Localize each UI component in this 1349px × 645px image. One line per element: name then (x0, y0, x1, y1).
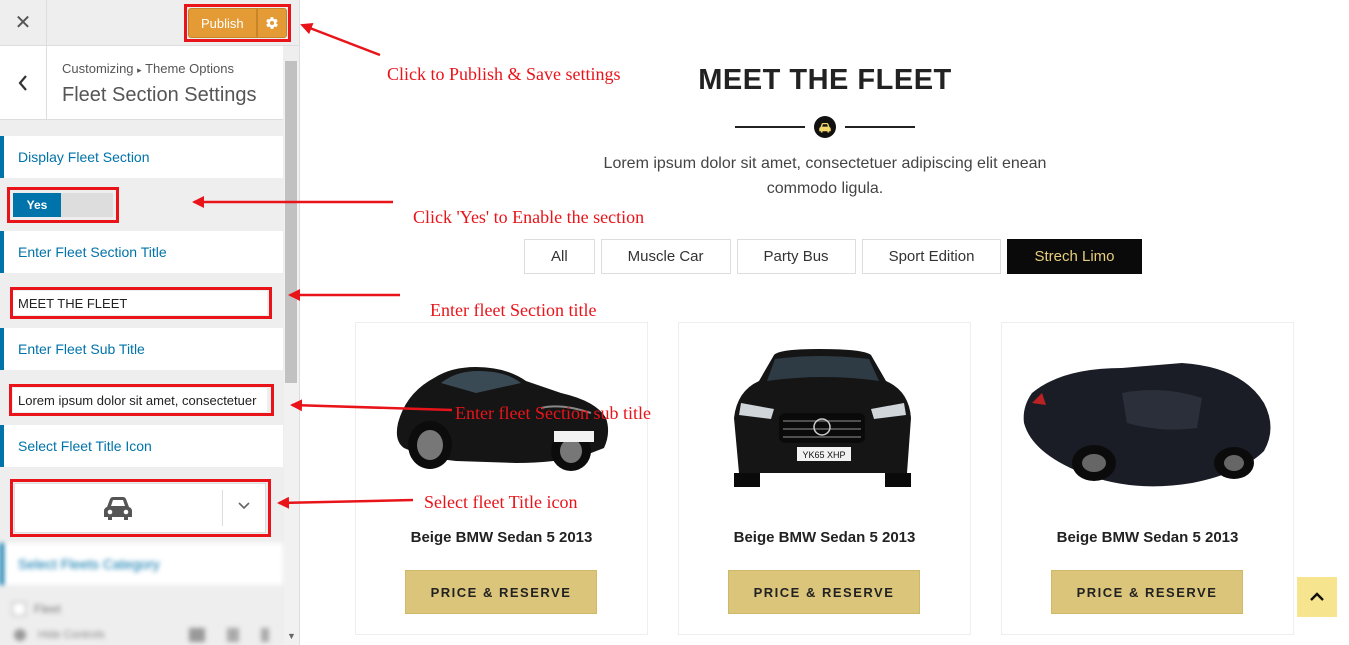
footer-text[interactable]: Hide Controls (38, 629, 105, 641)
fleet-card: Beige BMW Sedan 5 2013 PRICE & RESERVE (1001, 322, 1294, 635)
title-icon-select[interactable] (14, 483, 266, 533)
annotation-title: Enter fleet Section title (430, 300, 597, 320)
breadcrumb: Customizing ▸ Theme Options (62, 61, 234, 76)
category-option-label: Fleet (34, 602, 61, 616)
filter-all[interactable]: All (524, 239, 595, 274)
back-chevron-icon[interactable] (0, 46, 47, 119)
scroll-down-arrow-icon[interactable]: ▼ (287, 631, 296, 641)
price-reserve-button[interactable]: PRICE & RESERVE (405, 570, 597, 614)
breadcrumb-root: Customizing (62, 61, 134, 76)
separator-line-left (735, 126, 805, 128)
collapse-icon[interactable] (14, 629, 26, 641)
section-title-label: Enter Fleet Section Title (0, 231, 283, 273)
fleet-title: MEET THE FLEET (698, 64, 952, 96)
breadcrumb-separator: ▸ (137, 65, 142, 75)
sub-title-label: Enter Fleet Sub Title (0, 328, 283, 370)
section-title-input[interactable]: MEET THE FLEET (13, 291, 267, 315)
display-toggle[interactable]: Yes (13, 193, 113, 217)
scrollbar-thumb[interactable] (285, 61, 297, 383)
fleet-card: YK65 XHP Beige BMW Sedan 5 2013 PRICE & … (678, 322, 971, 635)
card-title: Beige BMW Sedan 5 2013 (733, 529, 916, 546)
fleet-category-label: Select Fleets Category (0, 543, 283, 585)
car-icon (101, 495, 135, 526)
toggle-off-track[interactable] (61, 193, 113, 217)
section-title: Fleet Section Settings (62, 84, 257, 106)
chevron-up-icon[interactable] (1297, 577, 1337, 617)
price-reserve-button[interactable]: PRICE & RESERVE (728, 570, 920, 614)
filter-muscle-car[interactable]: Muscle Car (600, 239, 731, 274)
annotation-publish: Click to Publish & Save settings (387, 64, 621, 84)
annotation-subtitle: Enter fleet Section sub title (455, 403, 651, 423)
car-image (1023, 363, 1271, 487)
title-separator (735, 115, 915, 139)
sidebar-scrollbar[interactable]: ▼ (284, 61, 299, 645)
filter-sport-edition[interactable]: Sport Edition (861, 239, 1002, 274)
category-option[interactable]: Fleet (12, 602, 61, 616)
title-icon-label: Select Fleet Title Icon (0, 425, 283, 467)
display-section-label: Display Fleet Section (0, 136, 283, 178)
tablet-icon[interactable] (227, 628, 239, 642)
car-icon (814, 116, 836, 138)
annotation-toggle: Click 'Yes' to Enable the section (413, 207, 645, 227)
separator-line-right (845, 126, 915, 128)
mobile-icon[interactable] (261, 628, 269, 642)
filter-strech-limo[interactable]: Strech Limo (1007, 239, 1142, 274)
annotation-icon: Select fleet Title icon (424, 492, 578, 512)
publish-button[interactable]: Publish (188, 8, 257, 38)
fleet-filters: All Muscle Car Party Bus Sport Edition S… (524, 239, 1142, 274)
desktop-icon[interactable] (189, 628, 205, 642)
gear-icon[interactable] (256, 8, 287, 38)
select-divider (222, 490, 223, 526)
chevron-down-icon[interactable] (237, 498, 251, 517)
filter-party-bus[interactable]: Party Bus (736, 239, 856, 274)
arrow-publish (300, 22, 381, 57)
close-icon[interactable]: ✕ (0, 0, 47, 45)
fleet-card: Beige BMW Sedan 5 2013 PRICE & RESERVE (355, 322, 648, 635)
publish-group: Publish (184, 4, 291, 42)
customizer-sidebar: ✕ Publish Customizing ▸ Theme Options Fl… (0, 0, 300, 645)
section-header: Customizing ▸ Theme Options Fleet Sectio… (0, 46, 283, 120)
sub-title-input[interactable]: Lorem ipsum dolor sit amet, consectetuer (13, 388, 267, 412)
toggle-yes[interactable]: Yes (13, 193, 61, 217)
fleet-subtitle: Lorem ipsum dolor sit amet, consectetuer… (603, 155, 1047, 197)
card-title: Beige BMW Sedan 5 2013 (410, 529, 593, 546)
breadcrumb-parent: Theme Options (145, 61, 234, 76)
card-title: Beige BMW Sedan 5 2013 (1056, 529, 1239, 546)
license-plate: YK65 XHP (802, 450, 845, 460)
car-image: YK65 XHP (734, 349, 911, 487)
category-checkbox[interactable] (12, 602, 26, 616)
price-reserve-button[interactable]: PRICE & RESERVE (1051, 570, 1243, 614)
customizer-footer: Hide Controls (0, 625, 283, 645)
customizer-topbar: ✕ Publish (0, 0, 299, 46)
